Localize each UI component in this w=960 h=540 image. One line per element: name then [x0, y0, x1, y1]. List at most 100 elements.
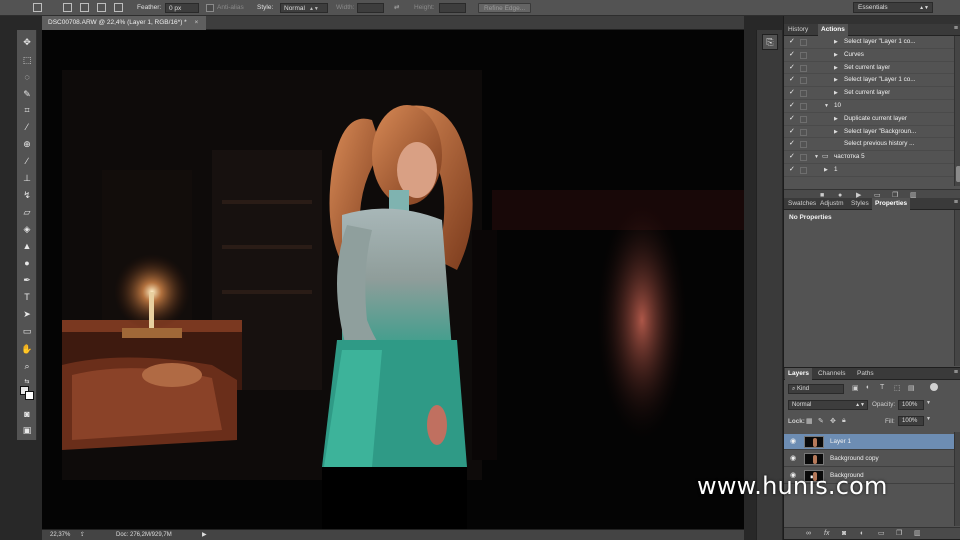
dialog-toggle-icon[interactable] — [800, 90, 807, 98]
visibility-eye-icon[interactable]: ◉ — [790, 434, 796, 450]
tab-layers[interactable]: Layers — [785, 368, 812, 380]
expand-icon[interactable]: ▶ — [834, 126, 838, 138]
dodge-tool-icon[interactable]: ● — [21, 257, 33, 269]
close-icon[interactable]: × — [195, 19, 199, 26]
dialog-toggle-icon[interactable] — [800, 115, 807, 123]
lasso-tool-icon[interactable]: ◌ — [21, 71, 33, 83]
expand-icon[interactable]: ▶ — [834, 36, 838, 48]
layer-filter-select[interactable]: ⌕ Kind — [788, 384, 844, 394]
screen-mode-icon[interactable]: ▣ — [21, 424, 33, 436]
path-selection-tool-icon[interactable]: ➤ — [21, 308, 33, 320]
check-icon[interactable]: ✓ — [789, 151, 795, 163]
quick-mask-icon[interactable]: ◙ — [21, 408, 33, 420]
filter-smart-object-icon[interactable]: ▤ — [908, 384, 915, 392]
layers-scrollbar[interactable] — [954, 432, 960, 526]
intersect-selection-icon[interactable] — [114, 3, 123, 12]
filter-shape-icon[interactable]: ⬚ — [894, 384, 901, 392]
opacity-input[interactable]: 100% — [898, 400, 924, 410]
crop-tool-icon[interactable]: ⌗ — [21, 104, 33, 116]
move-tool-icon[interactable]: ✥ — [21, 36, 33, 48]
new-selection-icon[interactable] — [63, 3, 72, 12]
zoom-tool-icon[interactable]: ⌕ — [21, 360, 33, 372]
refine-edge-button[interactable]: Refine Edge... — [478, 3, 532, 13]
check-icon[interactable]: ✓ — [789, 113, 795, 125]
tab-styles[interactable]: Styles — [848, 198, 872, 210]
action-row[interactable]: ✓ ▼ 10 — [784, 100, 954, 113]
panel-menu-icon[interactable]: ≡ — [954, 369, 958, 376]
new-adjustment-layer-icon[interactable]: ◐ — [860, 528, 864, 539]
share-icon[interactable]: ⇪ — [80, 530, 85, 540]
expand-icon[interactable]: ▶ — [824, 164, 828, 176]
lock-transparent-icon[interactable]: ▦ — [806, 417, 813, 425]
expand-icon[interactable]: ▶ — [834, 62, 838, 74]
tab-actions[interactable]: Actions — [818, 24, 848, 36]
collapse-icon[interactable]: ▼ — [824, 100, 829, 112]
expand-icon[interactable]: ▶ — [834, 49, 838, 61]
filter-type-icon[interactable]: T — [880, 384, 884, 391]
new-group-icon[interactable]: ▭ — [878, 528, 885, 539]
lock-all-icon[interactable]: 🔒︎ — [842, 417, 846, 425]
action-row[interactable]: ✓ ▶ Curves — [784, 49, 954, 62]
anti-alias-checkbox[interactable] — [206, 4, 214, 12]
width-input[interactable] — [357, 3, 384, 13]
marquee-tool-icon[interactable]: ⬚ — [21, 54, 33, 66]
new-layer-icon[interactable]: ❐ — [896, 528, 902, 539]
blend-mode-select[interactable]: Normal ▲▼ — [788, 400, 868, 410]
filter-toggle-icon[interactable] — [930, 383, 938, 391]
layer-row[interactable]: ◉ Layer 1 — [784, 434, 954, 450]
add-to-selection-icon[interactable] — [80, 3, 89, 12]
type-tool-icon[interactable]: T — [21, 291, 33, 303]
workspace-select[interactable]: Essentials ▲▼ — [853, 2, 933, 13]
filter-pixel-icon[interactable]: ▣ — [852, 384, 859, 392]
hand-tool-icon[interactable]: ✋ — [21, 343, 33, 355]
style-select[interactable]: Normal ▲▼ — [280, 3, 328, 13]
tab-history[interactable]: History — [785, 24, 811, 36]
clone-stamp-tool-icon[interactable]: ⊥ — [21, 172, 33, 184]
tab-paths[interactable]: Paths — [854, 368, 877, 380]
opacity-dropdown-icon[interactable]: ▼ — [926, 400, 931, 406]
delete-layer-icon[interactable]: ▥ — [914, 528, 921, 539]
subtract-from-selection-icon[interactable] — [97, 3, 106, 12]
action-row[interactable]: ✓ ▶ 1 — [784, 164, 954, 177]
tab-channels[interactable]: Channels — [815, 368, 848, 380]
layer-row[interactable]: ◉ Background copy — [784, 451, 954, 467]
eraser-tool-icon[interactable]: ▱ — [21, 206, 33, 218]
dialog-toggle-icon[interactable] — [800, 128, 807, 136]
dialog-toggle-icon[interactable] — [800, 102, 807, 110]
action-row[interactable]: ✓ ▶ Duplicate current layer — [784, 113, 954, 126]
action-row[interactable]: ✓ Select previous history ... — [784, 138, 954, 152]
dialog-toggle-icon[interactable] — [800, 77, 807, 85]
lock-position-icon[interactable]: ✥ — [830, 417, 836, 425]
filter-adjustment-icon[interactable]: ◐ — [866, 384, 870, 391]
pen-tool-icon[interactable]: ✒ — [21, 274, 33, 286]
expand-icon[interactable]: ▶ — [834, 87, 838, 99]
layer-style-icon[interactable]: fx — [824, 528, 829, 539]
scrollbar-thumb[interactable] — [956, 166, 960, 182]
properties-scrollbar[interactable] — [954, 210, 960, 366]
dialog-toggle-icon[interactable] — [800, 51, 807, 59]
document-canvas[interactable] — [42, 30, 744, 529]
action-row[interactable]: ✓ ▶ Select layer "Backgroun... — [784, 126, 954, 139]
check-icon[interactable]: ✓ — [789, 138, 795, 150]
brush-tool-icon[interactable]: ∕ — [21, 155, 33, 167]
history-panel-icon[interactable]: ⎘ — [762, 34, 778, 50]
rectangle-tool-icon[interactable]: ▭ — [21, 325, 33, 337]
history-brush-tool-icon[interactable]: ↯ — [21, 189, 33, 201]
tab-adjustments[interactable]: Adjustm — [817, 198, 846, 210]
status-menu-arrow-icon[interactable]: ▶ — [202, 530, 207, 540]
swap-dimensions-icon[interactable]: ⇄ — [394, 3, 399, 13]
dialog-toggle-icon[interactable] — [800, 64, 807, 72]
expand-icon[interactable]: ▶ — [834, 74, 838, 86]
collapse-icon[interactable]: ▼ — [814, 151, 819, 163]
check-icon[interactable]: ✓ — [789, 74, 795, 86]
action-row[interactable]: ✓ ▼ ▭ частотка 5 — [784, 151, 954, 164]
check-icon[interactable]: ✓ — [789, 62, 795, 74]
visibility-eye-icon[interactable]: ◉ — [790, 451, 796, 467]
dialog-toggle-icon[interactable] — [800, 166, 807, 174]
marquee-tool-preset-icon[interactable] — [33, 3, 42, 12]
check-icon[interactable]: ✓ — [789, 36, 795, 48]
fill-input[interactable]: 100% — [898, 416, 924, 426]
dialog-toggle-icon[interactable] — [800, 39, 807, 46]
expand-icon[interactable]: ▶ — [834, 113, 838, 125]
quick-selection-tool-icon[interactable]: ✎ — [21, 88, 33, 100]
